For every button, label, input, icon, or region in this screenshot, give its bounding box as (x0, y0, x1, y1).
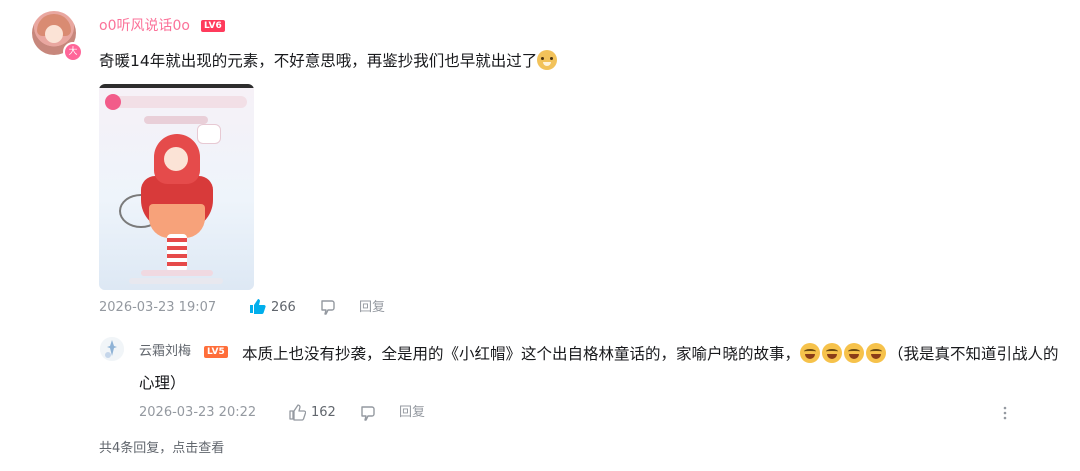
like-icon[interactable] (248, 297, 266, 315)
avatar[interactable]: 大 (32, 11, 83, 62)
laughing-emoji-icon (800, 343, 821, 363)
image-input-bar (141, 270, 213, 276)
skirt (149, 204, 205, 238)
reply-button[interactable]: 回复 (399, 404, 425, 422)
comment-body: 奇暖14年就出现的元素，不好意思哦，再鉴抄我们也早就出过了 (99, 52, 538, 70)
like-count: 266 (271, 300, 296, 315)
laughing-emoji-icon (844, 343, 865, 363)
dislike-icon[interactable] (359, 404, 377, 422)
image-topbar (107, 96, 247, 108)
view-more-replies-link[interactable]: 共4条回复，点击查看 (99, 440, 224, 458)
avatar-badge: 大 (63, 42, 83, 62)
reply-button[interactable]: 回复 (359, 299, 385, 317)
reply-avatar[interactable] (100, 337, 124, 361)
reply-timestamp: 2026-03-23 20:22 (139, 405, 257, 420)
level-badge: LV6 (201, 20, 225, 32)
laughing-emoji-icon (822, 343, 843, 363)
avatar-face (45, 25, 63, 43)
laughing-emoji-icon (866, 343, 887, 363)
comment-image[interactable] (99, 84, 254, 290)
comment-text: 奇暖14年就出现的元素，不好意思哦，再鉴抄我们也早就出过了 (99, 50, 558, 72)
image-search-bar (129, 278, 223, 284)
doge-emoji-icon (537, 50, 558, 70)
image-title-bar (144, 116, 208, 124)
like-count: 162 (311, 405, 336, 420)
reply-body: 本质上也没有抄袭，全是用的《小红帽》这个出自格林童话的，家喻户晓的故事， (242, 345, 801, 363)
reply-text: 本质上也没有抄袭，全是用的《小红帽》这个出自格林童话的，家喻户晓的故事， （我是真… (139, 340, 1069, 398)
speech-bubble-icon (197, 124, 221, 144)
more-options-icon[interactable] (999, 404, 1011, 422)
back-arrow-icon (105, 94, 121, 110)
dislike-icon[interactable] (319, 298, 337, 316)
comment-timestamp: 2026-03-23 19:07 (99, 300, 217, 315)
comment-username[interactable]: o0听风说话0o (99, 16, 190, 36)
striped-legs (167, 234, 187, 272)
character-face (164, 147, 188, 171)
like-icon[interactable] (288, 403, 307, 421)
